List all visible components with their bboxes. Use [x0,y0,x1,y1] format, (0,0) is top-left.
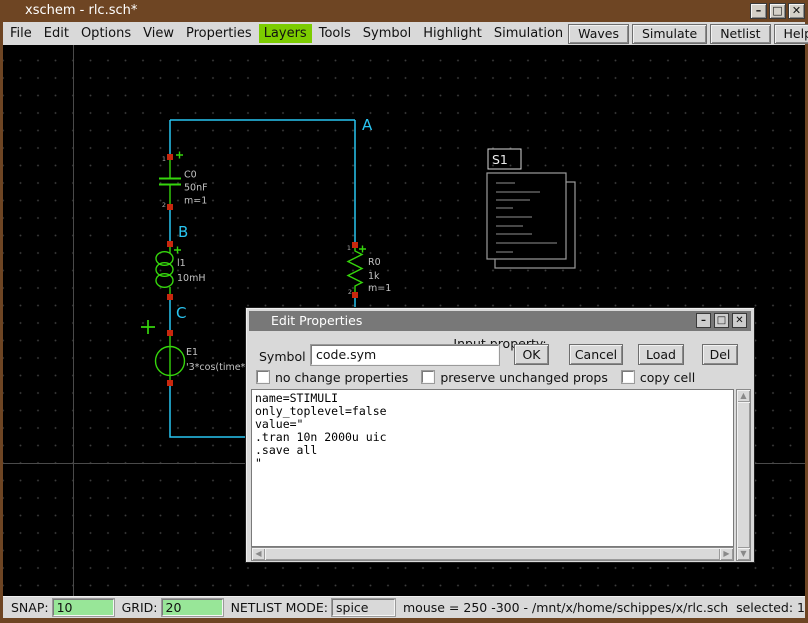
code-block-symbol[interactable]: S1 [487,149,575,268]
grid-label: GRID: [122,600,158,615]
simulate-button[interactable]: Simulate [632,24,707,44]
scroll-left-icon[interactable]: ◀ [252,548,265,560]
snap-label: SNAP: [11,600,49,615]
resistor-pin1: 1 [347,244,351,252]
capacitor-pin1: 1 [162,155,166,163]
close-icon[interactable]: ✕ [788,3,805,19]
vertical-scrollbar-thumb[interactable] [737,402,750,548]
wire-bottom[interactable] [170,383,246,437]
plus-icon [174,247,181,254]
menu-view[interactable]: View [138,24,179,43]
resistor-symbol[interactable]: R0 1k m=1 1 2 [347,244,391,296]
menu-highlight[interactable]: Highlight [418,24,487,43]
resistor-pin2: 2 [348,288,352,296]
menu-simulation[interactable]: Simulation [489,24,568,43]
menu-tools[interactable]: Tools [314,24,356,43]
code-block-ref: S1 [492,152,508,167]
net-label-a[interactable]: A [362,116,373,134]
menu-symbol[interactable]: Symbol [358,24,416,43]
waves-button[interactable]: Waves [568,24,629,44]
netlist-mode-input[interactable]: spice [332,599,395,616]
plus-icon [359,246,366,253]
property-text: name=STIMULI only_toplevel=false value="… [252,390,733,472]
minimize-icon[interactable]: – [750,3,767,19]
horizontal-scrollbar[interactable]: ◀ ▶ [251,547,734,561]
menu-properties[interactable]: Properties [181,24,257,43]
ok-button[interactable]: OK [514,344,549,365]
menu-edit[interactable]: Edit [39,24,74,43]
plus-icon [141,320,155,334]
inductor-value: 10mH [177,273,206,284]
netlist-mode-label: NETLIST MODE: [231,600,328,615]
mouse-coordinates-info: mouse = 250 -300 - /mnt/x/home/schippes/… [403,600,805,615]
source-value: '3*cos(time*ti [186,362,252,373]
horizontal-scrollbar-thumb[interactable] [265,548,720,560]
resistor-mult: m=1 [368,283,391,294]
resistor-ref: R0 [368,257,381,268]
capacitor-symbol[interactable]: C0 50nF m=1 1 2 [159,152,208,210]
window-titlebar[interactable]: xschem - rlc.sch* – □ ✕ [0,0,808,22]
canvas-y-axis-line [73,45,74,596]
xschem-window: xschem - rlc.sch* – □ ✕ File Edit Option… [0,0,808,623]
maximize-icon[interactable]: □ [769,3,786,19]
dialog-close-icon[interactable]: ✕ [732,313,747,328]
source-ref: E1 [186,347,198,358]
statusbar: SNAP: 10 GRID: 20 NETLIST MODE: spice mo… [3,596,805,618]
menu-file[interactable]: File [5,24,37,43]
snap-input[interactable]: 10 [53,599,114,616]
load-button[interactable]: Load [638,344,684,365]
preserve-unchanged-props-label: preserve unchanged props [440,370,608,385]
dialog-titlebar[interactable]: Edit Properties – □ ✕ [249,311,751,331]
inductor-symbol[interactable]: l1 10mH [156,244,206,297]
no-change-properties-label: no change properties [275,370,408,385]
scroll-right-icon[interactable]: ▶ [720,548,733,560]
copy-cell-label: copy cell [640,370,695,385]
cancel-button[interactable]: Cancel [569,344,623,365]
copy-cell-checkbox[interactable] [622,371,634,383]
menubar: File Edit Options View Properties Layers… [3,22,805,45]
resistor-value: 1k [368,271,380,282]
edit-properties-dialog: Edit Properties – □ ✕ Input property: Sy… [245,307,755,563]
capacitor-mult: m=1 [184,196,207,207]
net-label-b[interactable]: B [178,223,188,241]
voltage-source-symbol[interactable]: E1 '3*cos(time*ti [141,320,252,383]
del-button[interactable]: Del [702,344,738,365]
inductor-ref: l1 [177,258,186,269]
no-change-properties-checkbox[interactable] [257,371,269,383]
scroll-up-icon[interactable]: ▲ [737,390,750,402]
window-title: xschem - rlc.sch* [25,0,137,22]
dialog-maximize-icon[interactable]: □ [714,313,729,328]
checkbox-row: no change properties preserve unchanged … [257,370,709,384]
scroll-down-icon[interactable]: ▼ [737,548,750,560]
vertical-scrollbar[interactable]: ▲ ▼ [736,389,751,561]
dialog-title: Edit Properties [271,311,362,331]
net-label-c[interactable]: C [176,304,186,322]
symbol-label: Symbol [259,349,306,364]
menu-layers[interactable]: Layers [259,24,312,43]
plus-icon [176,152,183,159]
menu-options[interactable]: Options [76,24,136,43]
grid-input[interactable]: 20 [162,599,223,616]
netlist-button[interactable]: Netlist [710,24,770,44]
symbol-input[interactable]: code.sym [311,345,499,365]
dialog-minimize-icon[interactable]: – [696,313,711,328]
help-button[interactable]: Help [774,24,808,44]
preserve-unchanged-props-checkbox[interactable] [422,371,434,383]
property-textarea[interactable]: name=STIMULI only_toplevel=false value="… [251,389,734,547]
capacitor-pin2: 2 [162,201,166,209]
capacitor-value: 50nF [184,183,208,194]
capacitor-ref: C0 [184,170,197,181]
